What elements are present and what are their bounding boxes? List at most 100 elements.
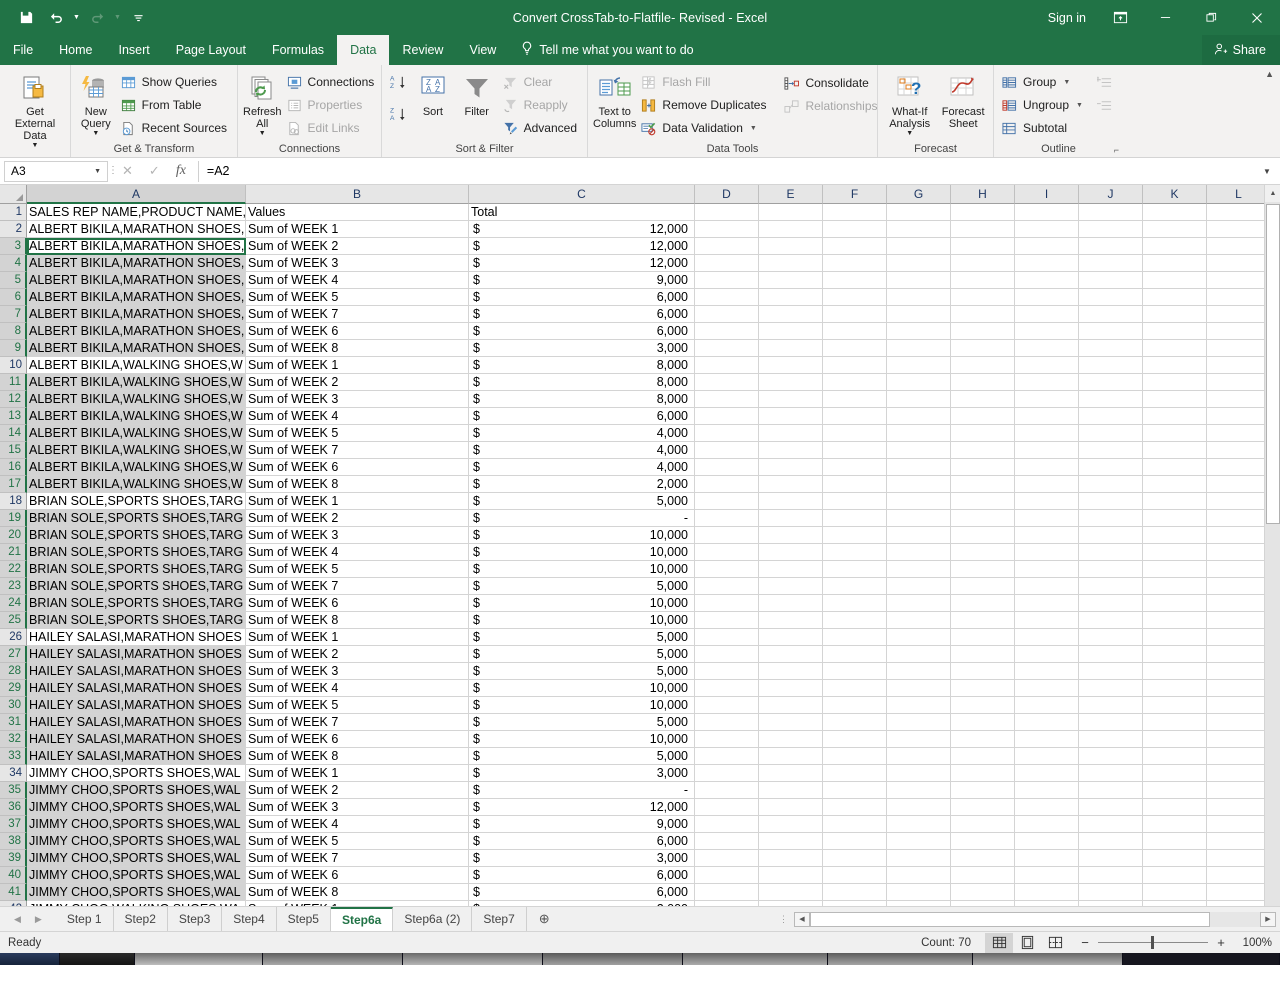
cell-c25[interactable]: $10,000	[469, 612, 695, 629]
cell-f23[interactable]	[823, 578, 887, 595]
cell-g14[interactable]	[887, 425, 951, 442]
cell-k25[interactable]	[1143, 612, 1207, 629]
cell-b39[interactable]: Sum of WEEK 7	[246, 850, 469, 867]
cell-h38[interactable]	[951, 833, 1015, 850]
cell-f8[interactable]	[823, 323, 887, 340]
sheet-tab-step3[interactable]: Step3	[168, 907, 223, 931]
row-header-3[interactable]: 3	[0, 238, 27, 255]
cell-a41[interactable]: JIMMY CHOO,SPORTS SHOES,WAL	[27, 884, 246, 901]
cell-b19[interactable]: Sum of WEEK 2	[246, 510, 469, 527]
column-header-j[interactable]: J	[1079, 185, 1143, 204]
cell-g29[interactable]	[887, 680, 951, 697]
cell-f15[interactable]	[823, 442, 887, 459]
cell-a13[interactable]: ALBERT BIKILA,WALKING SHOES,W	[27, 408, 246, 425]
tab-file[interactable]: File	[0, 35, 46, 65]
cell-l38[interactable]	[1207, 833, 1271, 850]
row-header-17[interactable]: 17	[0, 476, 27, 493]
cell-j10[interactable]	[1079, 357, 1143, 374]
cell-a21[interactable]: BRIAN SOLE,SPORTS SHOES,TARG	[27, 544, 246, 561]
cell-c32[interactable]: $10,000	[469, 731, 695, 748]
cell-i38[interactable]	[1015, 833, 1079, 850]
cell-d11[interactable]	[695, 374, 759, 391]
cell-k1[interactable]	[1143, 204, 1207, 221]
cell-c2[interactable]: $12,000	[469, 221, 695, 238]
cell-h34[interactable]	[951, 765, 1015, 782]
cell-g2[interactable]	[887, 221, 951, 238]
cell-c26[interactable]: $5,000	[469, 629, 695, 646]
cell-k20[interactable]	[1143, 527, 1207, 544]
cell-h41[interactable]	[951, 884, 1015, 901]
cell-d25[interactable]	[695, 612, 759, 629]
cell-e29[interactable]	[759, 680, 823, 697]
new-query-button[interactable]: New Query ▼	[76, 70, 116, 137]
cell-d4[interactable]	[695, 255, 759, 272]
remove-duplicates-button[interactable]: Remove Duplicates	[638, 94, 771, 116]
cell-e28[interactable]	[759, 663, 823, 680]
cell-k9[interactable]	[1143, 340, 1207, 357]
cell-a28[interactable]: HAILEY SALASI,MARATHON SHOES	[27, 663, 246, 680]
cell-j1[interactable]	[1079, 204, 1143, 221]
zoom-level[interactable]: 100%	[1234, 937, 1272, 949]
flash-fill-button[interactable]: Flash Fill	[638, 71, 771, 93]
cell-f1[interactable]	[823, 204, 887, 221]
cell-d23[interactable]	[695, 578, 759, 595]
ribbon-display-options-icon[interactable]	[1098, 0, 1142, 35]
cell-j38[interactable]	[1079, 833, 1143, 850]
cell-f13[interactable]	[823, 408, 887, 425]
cell-a31[interactable]: HAILEY SALASI,MARATHON SHOES	[27, 714, 246, 731]
cell-l26[interactable]	[1207, 629, 1271, 646]
sheet-tab-step7[interactable]: Step7	[472, 907, 527, 931]
cell-b25[interactable]: Sum of WEEK 8	[246, 612, 469, 629]
cell-k11[interactable]	[1143, 374, 1207, 391]
cell-e27[interactable]	[759, 646, 823, 663]
cell-g24[interactable]	[887, 595, 951, 612]
cell-e40[interactable]	[759, 867, 823, 884]
cell-a29[interactable]: HAILEY SALASI,MARATHON SHOES	[27, 680, 246, 697]
cell-j41[interactable]	[1079, 884, 1143, 901]
cell-l19[interactable]	[1207, 510, 1271, 527]
chevron-down-icon[interactable]: ▼	[32, 142, 39, 149]
cell-h10[interactable]	[951, 357, 1015, 374]
row-header-35[interactable]: 35	[0, 782, 27, 799]
cell-f21[interactable]	[823, 544, 887, 561]
cell-b11[interactable]: Sum of WEEK 2	[246, 374, 469, 391]
cell-f29[interactable]	[823, 680, 887, 697]
name-box[interactable]: A3 ▼	[4, 160, 108, 182]
cell-a15[interactable]: ALBERT BIKILA,WALKING SHOES,W	[27, 442, 246, 459]
cell-f30[interactable]	[823, 697, 887, 714]
cell-c11[interactable]: $8,000	[469, 374, 695, 391]
cell-b40[interactable]: Sum of WEEK 6	[246, 867, 469, 884]
cell-d14[interactable]	[695, 425, 759, 442]
cell-g17[interactable]	[887, 476, 951, 493]
cell-d40[interactable]	[695, 867, 759, 884]
row-header-34[interactable]: 34	[0, 765, 27, 782]
cell-d7[interactable]	[695, 306, 759, 323]
cell-k29[interactable]	[1143, 680, 1207, 697]
cell-g19[interactable]	[887, 510, 951, 527]
cell-k41[interactable]	[1143, 884, 1207, 901]
cell-e41[interactable]	[759, 884, 823, 901]
cell-h42[interactable]	[951, 901, 1015, 906]
cell-k33[interactable]	[1143, 748, 1207, 765]
cell-d22[interactable]	[695, 561, 759, 578]
cell-e36[interactable]	[759, 799, 823, 816]
cell-c6[interactable]: $6,000	[469, 289, 695, 306]
enter-icon[interactable]: ✓	[149, 163, 160, 179]
row-header-41[interactable]: 41	[0, 884, 27, 901]
cell-g40[interactable]	[887, 867, 951, 884]
cell-i13[interactable]	[1015, 408, 1079, 425]
cell-a42[interactable]: JIMMY CHOO,WALKING SHOES,WA	[27, 901, 246, 906]
cell-h9[interactable]	[951, 340, 1015, 357]
chevron-down-icon[interactable]: ▼	[259, 130, 266, 137]
cell-b20[interactable]: Sum of WEEK 3	[246, 527, 469, 544]
cell-i1[interactable]	[1015, 204, 1079, 221]
formula-input[interactable]: =A2	[197, 160, 1258, 182]
cell-l15[interactable]	[1207, 442, 1271, 459]
cell-g10[interactable]	[887, 357, 951, 374]
cell-l23[interactable]	[1207, 578, 1271, 595]
row-header-39[interactable]: 39	[0, 850, 27, 867]
what-if-analysis-button[interactable]: ? What-If Analysis ▼	[883, 70, 936, 137]
cell-i26[interactable]	[1015, 629, 1079, 646]
cell-i24[interactable]	[1015, 595, 1079, 612]
cell-l6[interactable]	[1207, 289, 1271, 306]
